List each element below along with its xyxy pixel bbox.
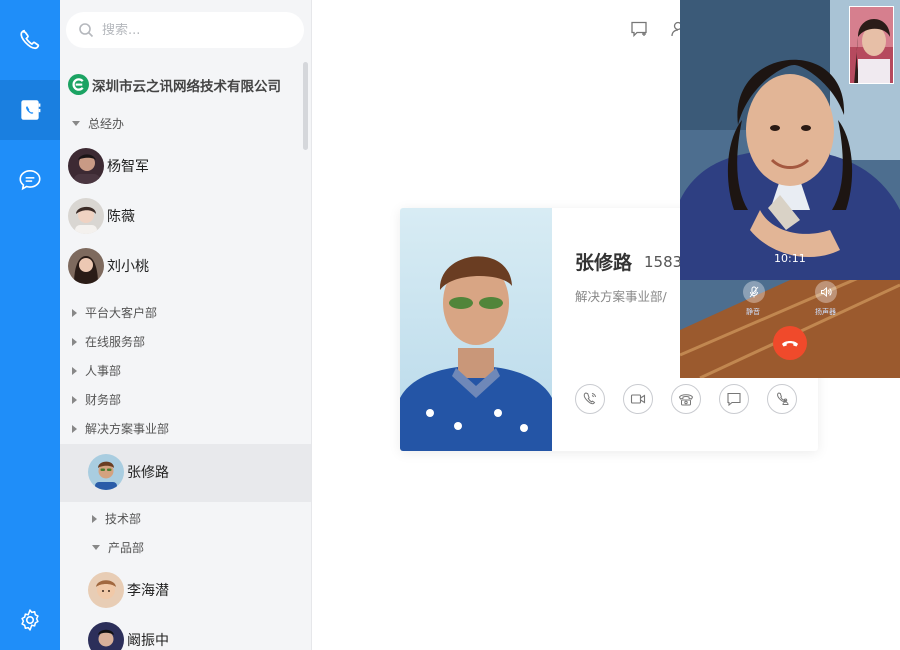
landline-call-button[interactable] (671, 384, 701, 414)
rail-phone-button[interactable] (0, 10, 60, 70)
dept-label: 技术部 (105, 512, 142, 526)
conference-call-button[interactable] (767, 384, 797, 414)
contact-photo (400, 208, 552, 451)
speaker-button[interactable] (815, 281, 837, 303)
contact-item-selected[interactable]: 张修路 (88, 454, 169, 490)
avatar (68, 248, 104, 284)
contact-card-name: 张修路 (575, 252, 633, 274)
phone-icon (20, 29, 40, 50)
hangup-phone-icon (782, 341, 798, 347)
avatar (88, 622, 124, 650)
mute-label: 静音 (746, 308, 760, 316)
video-call-window[interactable]: 10:11 静音 扬声器 (680, 0, 900, 378)
local-video-preview[interactable] (849, 6, 894, 84)
conference-icon (777, 392, 789, 405)
caret-right-icon (72, 308, 77, 317)
dept-item[interactable]: 在线服务部 (72, 333, 145, 350)
dept-item-ceo-office[interactable]: 总经办 (72, 115, 124, 132)
company-logo-icon (68, 74, 89, 95)
contact-item[interactable]: 阚振中 (88, 622, 169, 650)
caret-right-icon (72, 395, 77, 404)
contact-item[interactable]: 杨智军 (68, 148, 149, 184)
dept-item[interactable]: 解决方案事业部 (72, 420, 169, 437)
contact-item[interactable]: 陈薇 (68, 198, 135, 234)
dept-label: 解决方案事业部 (85, 422, 170, 436)
dept-label: 人事部 (85, 364, 122, 378)
contact-name: 陈薇 (107, 209, 135, 225)
speaker-icon (821, 286, 832, 298)
contacts-panel: 深圳市云之讯网络技术有限公司 总经办 杨智军 陈薇 刘小桃 平台大客户部 在线服… (60, 0, 312, 650)
contact-item[interactable]: 刘小桃 (68, 248, 149, 284)
caret-right-icon (92, 514, 97, 523)
message-icon (727, 392, 741, 407)
avatar (88, 454, 124, 490)
contact-name: 杨智军 (107, 159, 149, 175)
video-call-icon (630, 394, 646, 404)
avatar (68, 198, 104, 234)
microphone-mute-icon (749, 286, 759, 298)
dept-item[interactable]: 技术部 (92, 510, 141, 527)
avatar (88, 572, 124, 608)
contact-name: 张修路 (127, 465, 169, 481)
contact-name: 刘小桃 (107, 259, 149, 275)
speaker-label: 扬声器 (815, 308, 836, 316)
dept-label: 在线服务部 (85, 335, 146, 349)
left-rail (0, 0, 60, 650)
search-box[interactable] (66, 12, 304, 48)
dept-label: 平台大客户部 (85, 306, 158, 320)
chat-bubble-icon (19, 169, 41, 191)
landline-call-icon (678, 394, 694, 406)
dept-label: 总经办 (88, 117, 125, 131)
dept-item[interactable]: 财务部 (72, 391, 121, 408)
voice-call-icon (583, 392, 596, 405)
contact-item[interactable]: 李海潜 (88, 572, 169, 608)
dept-item[interactable]: 产品部 (92, 539, 144, 556)
video-call-button[interactable] (623, 384, 653, 414)
caret-right-icon (72, 424, 77, 433)
contact-name: 李海潜 (127, 583, 169, 599)
dept-label: 产品部 (108, 541, 145, 555)
hangup-button[interactable] (773, 326, 807, 360)
contact-card-phone: 1583 (644, 253, 683, 271)
voice-call-button[interactable] (575, 384, 605, 414)
new-chat-button[interactable] (630, 20, 648, 42)
dept-item[interactable]: 人事部 (72, 362, 121, 379)
company-header[interactable]: 深圳市云之讯网络技术有限公司 (68, 74, 281, 95)
panel-scrollbar[interactable] (303, 62, 308, 150)
caret-right-icon (72, 366, 77, 375)
rail-messages-button[interactable] (0, 150, 60, 210)
contacts-book-icon (21, 100, 41, 120)
call-timer: 10:11 (774, 252, 806, 265)
caret-down-icon (92, 545, 100, 550)
caret-down-icon (72, 121, 80, 126)
dept-item[interactable]: 平台大客户部 (72, 304, 157, 321)
search-input[interactable] (102, 22, 282, 38)
search-icon (79, 23, 94, 38)
company-name: 深圳市云之讯网络技术有限公司 (92, 78, 281, 95)
avatar (68, 148, 104, 184)
contact-name: 阚振中 (127, 633, 169, 649)
settings-gear-icon (21, 609, 39, 631)
contact-card-dept: 解决方案事业部/ (575, 289, 667, 304)
dept-label: 财务部 (85, 393, 122, 407)
new-chat-icon (631, 21, 647, 38)
mute-button[interactable] (743, 281, 765, 303)
rail-settings-button[interactable] (0, 590, 60, 650)
send-message-button[interactable] (719, 384, 749, 414)
caret-right-icon (72, 337, 77, 346)
rail-contacts-button[interactable] (0, 80, 60, 140)
